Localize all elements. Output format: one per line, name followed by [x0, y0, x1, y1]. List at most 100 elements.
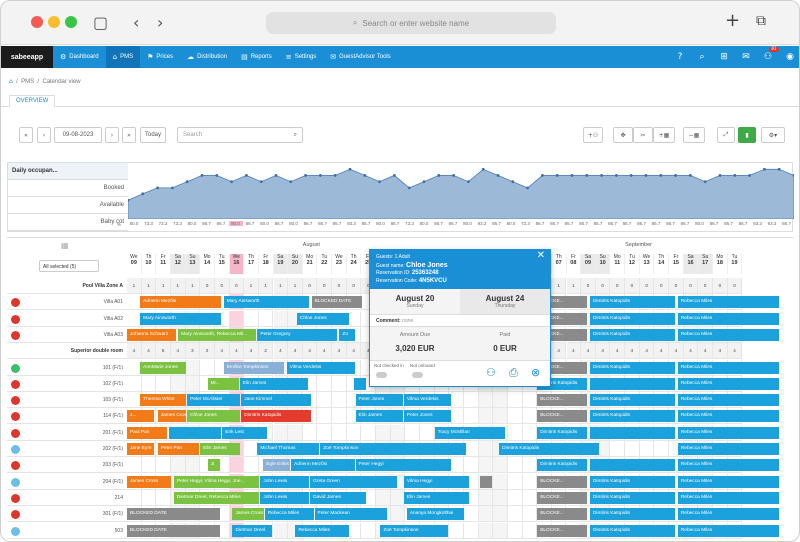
- booking-bar[interactable]: Rebecca Miles: [677, 328, 780, 341]
- availability-cell[interactable]: 4: [273, 343, 289, 360]
- calendar-cell[interactable]: [463, 522, 479, 539]
- occupancy-point[interactable]: [659, 174, 663, 177]
- add-guest-icon[interactable]: +⚇: [583, 127, 603, 143]
- occupancy-point[interactable]: [393, 174, 396, 177]
- booking-bar[interactable]: John Lewis: [260, 475, 310, 488]
- occupancy-point[interactable]: [511, 180, 515, 184]
- booking-bar[interactable]: Michael Thomas: [257, 443, 320, 455]
- availability-cell[interactable]: 1: [185, 278, 201, 294]
- room-row[interactable]: 214: [7, 490, 127, 506]
- grid-icon[interactable]: ⊞: [713, 52, 735, 62]
- day-header[interactable]: Sa 09: [581, 254, 596, 274]
- home-icon[interactable]: ⌂: [9, 78, 13, 85]
- booking-bar[interactable]: Rebecca Miles: [677, 524, 780, 537]
- new-tab-icon[interactable]: +: [725, 10, 740, 31]
- calendar-cell[interactable]: [141, 375, 157, 392]
- booking-bar[interactable]: Rebecca Miles: [677, 491, 780, 504]
- sabeeapp-logo[interactable]: sabeeapp: [1, 46, 53, 68]
- availability-cell[interactable]: 1: [127, 278, 142, 294]
- booking-bar[interactable]: Chloe Jones: [296, 312, 349, 325]
- occupancy-point[interactable]: [703, 180, 707, 184]
- calendar-cell[interactable]: [493, 489, 508, 506]
- availability-cell[interactable]: 0: [654, 278, 670, 294]
- booking-bar[interactable]: Rebecca Miles: [677, 312, 780, 325]
- mail-icon[interactable]: ✉: [735, 52, 757, 62]
- booking-bar[interactable]: Dimitris Katopidis: [589, 410, 676, 423]
- calendar-cell[interactable]: [420, 424, 435, 441]
- day-header[interactable]: Su 17: [698, 254, 714, 274]
- calendar-cell[interactable]: [493, 522, 508, 539]
- booking-bar[interactable]: Egle Enkis: [263, 459, 291, 472]
- room-status-dot[interactable]: [11, 363, 20, 373]
- booking-bar[interactable]: BLOCKE...: [537, 410, 588, 423]
- availability-cell[interactable]: 4: [214, 343, 230, 360]
- booking-bar[interactable]: Mary Ainsworth: [223, 296, 310, 309]
- booking-bar[interactable]: Elin James: [403, 491, 469, 504]
- availability-cell[interactable]: 3: [185, 343, 201, 360]
- booking-bar[interactable]: Dimitris Katopidis: [589, 475, 676, 488]
- occupancy-point[interactable]: [200, 174, 204, 177]
- day-header[interactable]: Tu 19: [728, 254, 743, 274]
- calendar-cell[interactable]: [273, 310, 289, 327]
- calendar-cell[interactable]: [200, 359, 215, 376]
- booking-bar[interactable]: Zoë Tompkinson: [320, 443, 466, 455]
- calendar-cell[interactable]: [449, 522, 464, 539]
- day-header[interactable]: Su 10: [595, 254, 611, 274]
- availability-cell[interactable]: 0: [229, 278, 245, 294]
- booking-bar[interactable]: David James: [310, 491, 367, 504]
- booking-bar[interactable]: [169, 426, 222, 439]
- day-header[interactable]: Fr 18: [259, 254, 274, 274]
- booking-bar[interactable]: Dimitris Katopidis: [589, 491, 676, 504]
- booking-bar[interactable]: Erik Lest: [222, 426, 267, 439]
- calendar-cell[interactable]: [639, 441, 655, 457]
- calendar-cell[interactable]: [317, 375, 333, 392]
- day-header[interactable]: Fr 08: [567, 254, 582, 274]
- availability-cell[interactable]: 4: [229, 343, 245, 360]
- occupancy-point[interactable]: [481, 167, 485, 171]
- availability-cell[interactable]: 0: [302, 278, 318, 294]
- calendar-cell[interactable]: [127, 375, 142, 392]
- calendar-cell[interactable]: [244, 310, 259, 327]
- occupancy-point[interactable]: [629, 174, 633, 177]
- availability-cell[interactable]: 4: [127, 343, 142, 360]
- occupancy-point[interactable]: [141, 192, 145, 196]
- booking-bar[interactable]: Zo: [339, 328, 355, 341]
- calendar-cell[interactable]: [185, 457, 201, 474]
- calendar-cell[interactable]: [288, 424, 303, 441]
- availability-cell[interactable]: 2: [200, 343, 215, 360]
- nav-reports[interactable]: ▤ Reports: [234, 46, 279, 68]
- occupancy-point[interactable]: [570, 174, 574, 177]
- booking-bar[interactable]: Jane Kimmel: [241, 394, 311, 407]
- booking-bar[interactable]: Dimitris Katopidis: [589, 361, 676, 374]
- booking-bar[interactable]: Dietmar Dreel: [232, 524, 273, 537]
- booking-bar[interactable]: Zoë Tompkinson: [380, 524, 449, 537]
- booking-bar[interactable]: Jane Eyre: [127, 443, 154, 455]
- day-header[interactable]: Mo 18: [713, 254, 728, 274]
- availability-cell[interactable]: 0: [200, 278, 215, 294]
- availability-cell[interactable]: 0: [581, 278, 596, 294]
- availability-cell[interactable]: 0: [346, 278, 362, 294]
- day-header[interactable]: Sa 19: [273, 254, 289, 274]
- calendar-cell[interactable]: [170, 457, 186, 474]
- move-icon[interactable]: ✥: [613, 127, 633, 143]
- calendar-cell[interactable]: [156, 375, 171, 392]
- occupancy-point[interactable]: [600, 174, 603, 177]
- calendar-cell[interactable]: [522, 408, 538, 425]
- occupancy-point[interactable]: [245, 174, 248, 177]
- booking-bar[interactable]: Peter Mackean: [314, 508, 387, 521]
- day-header[interactable]: Tu 22: [317, 254, 333, 274]
- availability-cell[interactable]: 1: [258, 278, 274, 294]
- booking-bar[interactable]: Rebecca Miles: [264, 508, 314, 521]
- availability-cell[interactable]: 4: [595, 343, 611, 360]
- calendar-cell[interactable]: [141, 457, 157, 474]
- availability-cell[interactable]: 0: [610, 278, 626, 294]
- day-header[interactable]: Mo 11: [610, 254, 626, 274]
- calendar-cell[interactable]: [127, 489, 142, 506]
- availability-cell[interactable]: 1: [566, 278, 582, 294]
- calendar-cell[interactable]: [522, 457, 538, 474]
- calendar-cell[interactable]: [493, 457, 508, 474]
- occupancy-point[interactable]: [407, 186, 411, 190]
- calendar-cell[interactable]: [610, 441, 626, 457]
- day-header[interactable]: We 23: [332, 254, 347, 274]
- availability-cell[interactable]: 0: [214, 278, 230, 294]
